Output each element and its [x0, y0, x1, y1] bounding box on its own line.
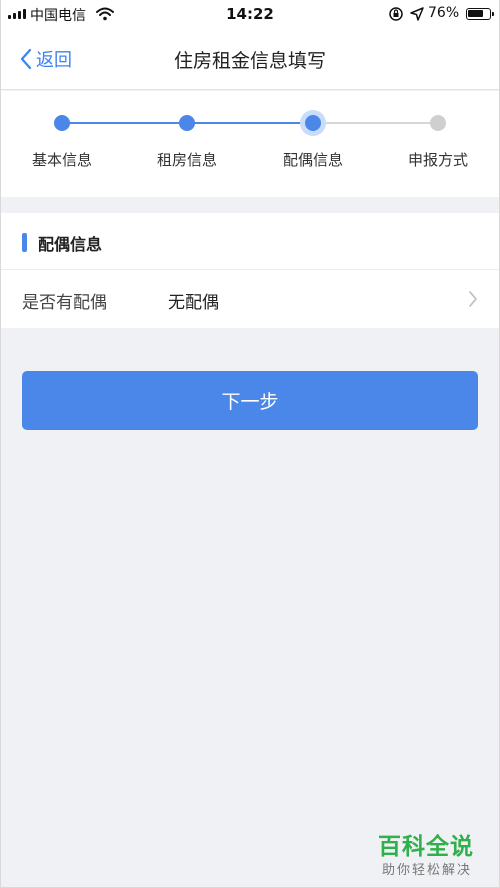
nav-bar: 返回 住房租金信息填写 — [0, 28, 500, 90]
step-dot-spouse-info — [305, 115, 321, 131]
step-dot-rental-info — [179, 115, 195, 131]
section-header: 配偶信息 — [0, 213, 500, 270]
watermark-logo: 百科全说 助你轻松解决 — [370, 823, 492, 883]
page-title: 住房租金信息填写 — [173, 50, 326, 72]
spouse-info-section: 配偶信息 是否有配偶 无配偶 — [0, 213, 500, 328]
section-title: 配偶信息 — [38, 235, 103, 254]
status-bar: 中国电信 14:22 76% — [0, 0, 500, 28]
watermark-subtitle: 助你轻松解决 — [382, 863, 473, 878]
battery-percent: 76% — [428, 5, 460, 21]
watermark-title: 百科全说 — [378, 834, 474, 860]
step-dot-basic-info — [54, 115, 70, 131]
chevron-right-icon — [468, 290, 478, 312]
step-label-declaration-method: 申报方式 — [407, 151, 468, 169]
step-connector — [314, 122, 438, 124]
has-spouse-row[interactable]: 是否有配偶 无配偶 — [0, 270, 500, 328]
step-dot-declaration-method — [430, 115, 446, 131]
next-step-button[interactable]: 下一步 — [22, 371, 478, 430]
step-connector — [62, 122, 188, 124]
rotation-lock-icon — [388, 6, 404, 26]
has-spouse-label: 是否有配偶 — [22, 293, 107, 313]
clock: 14:22 — [226, 5, 274, 23]
step-label-spouse-info: 配偶信息 — [282, 151, 343, 169]
progress-stepper: 基本信息 租房信息 配偶信息 申报方式 — [0, 91, 500, 197]
step-label-basic-info: 基本信息 — [31, 151, 92, 169]
battery-icon — [466, 8, 494, 20]
has-spouse-value: 无配偶 — [168, 293, 219, 313]
step-label-rental-info: 租房信息 — [156, 151, 217, 169]
location-icon — [410, 7, 424, 25]
section-accent-bar — [22, 233, 27, 252]
step-connector — [188, 122, 314, 124]
